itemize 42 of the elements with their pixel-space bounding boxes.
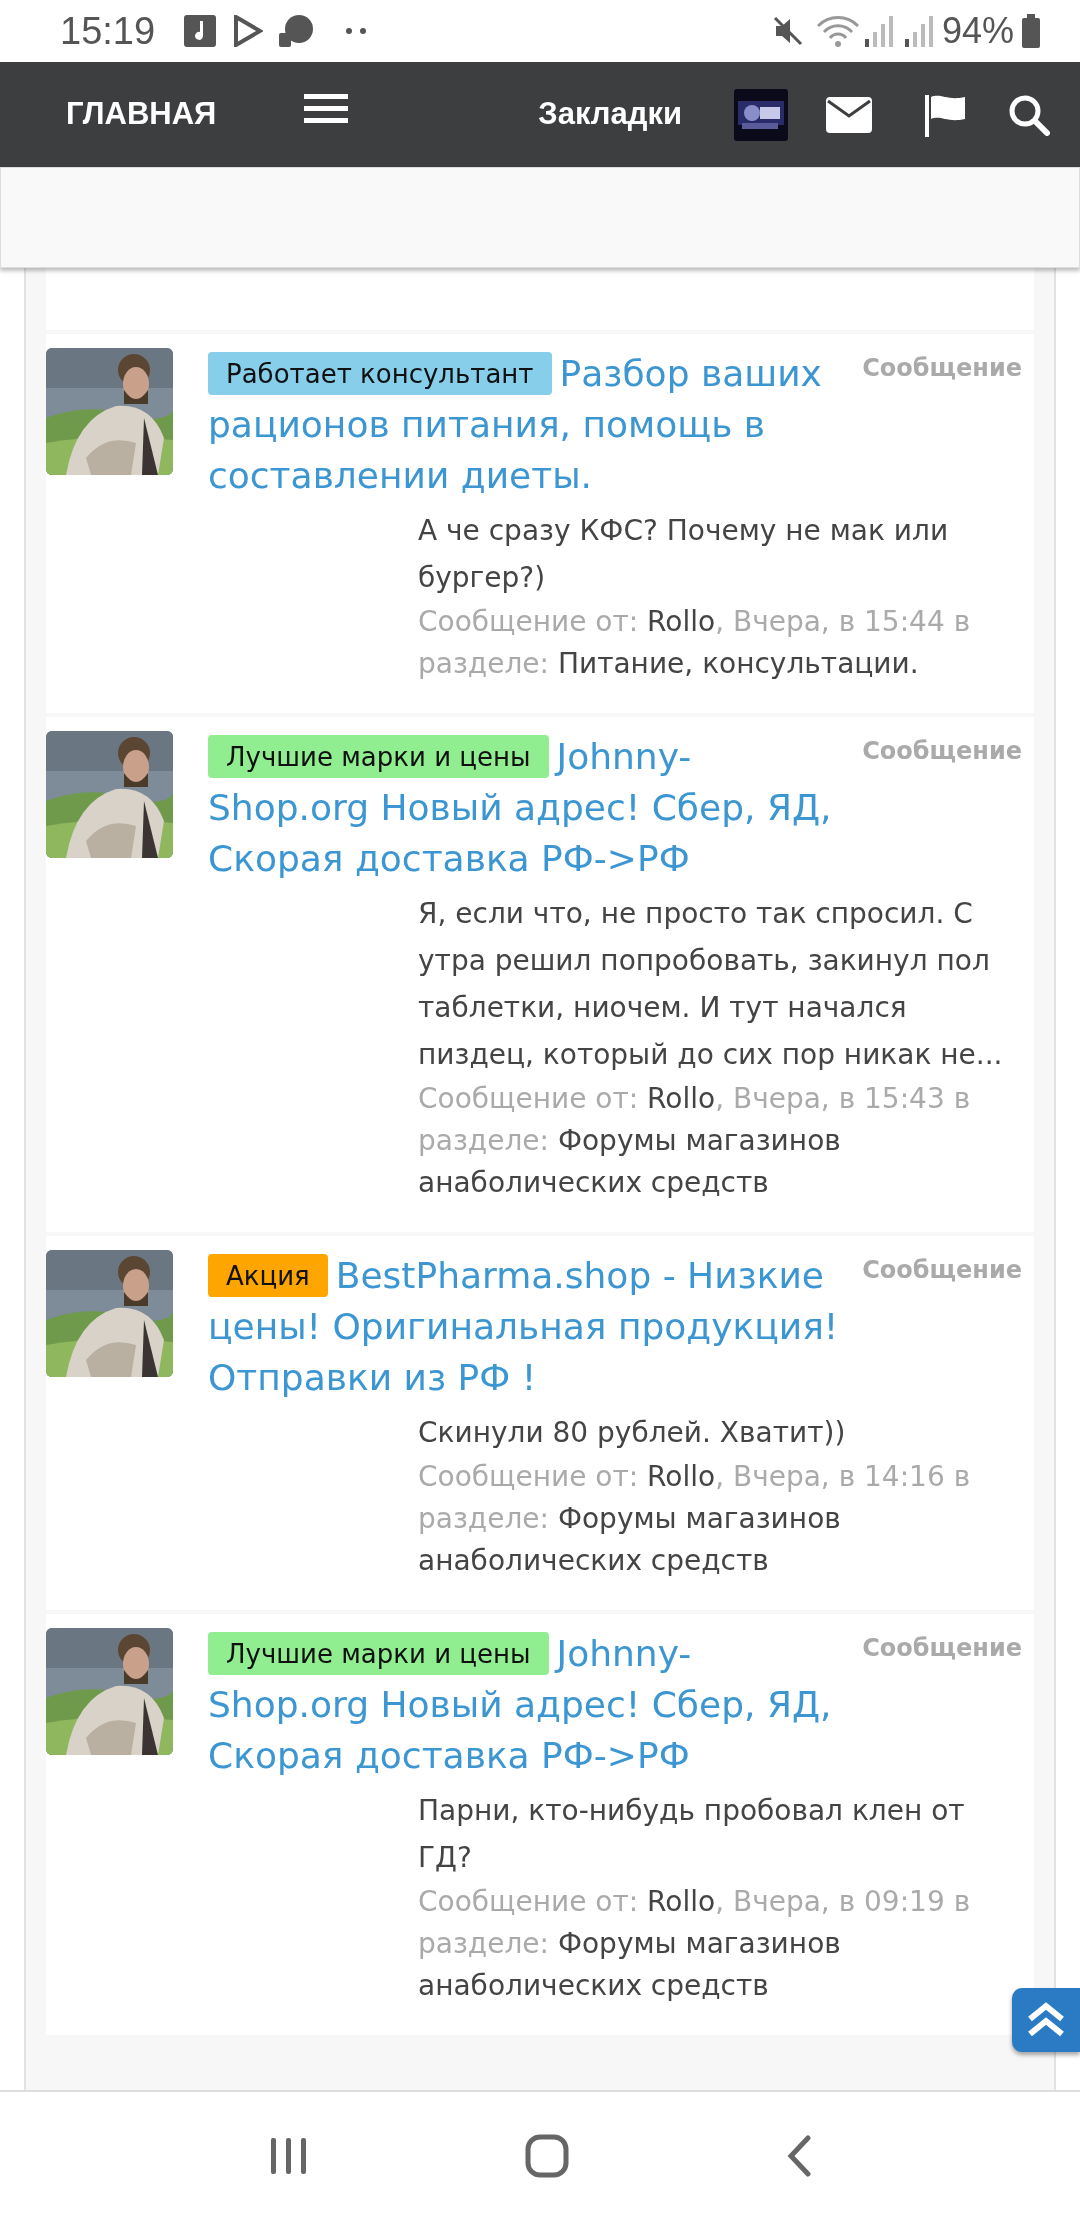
post-meta: Сообщение от: Rollo, Вчера, в 15:43 в разделе: Форумы магазинов анаболических средств: [418, 1081, 972, 1201]
clock-time: 15:19: [60, 8, 156, 54]
wifi-icon: [815, 14, 860, 48]
home-button-icon[interactable]: [525, 2134, 569, 2178]
content-type-label: Сообщение: [862, 1633, 1022, 1664]
thread-title-link[interactable]: Работает консультант Разбор ваших рационов питания, помощь в составлении диеты.: [208, 348, 853, 501]
recent-apps-icon[interactable]: [268, 2136, 309, 2176]
envelope-icon[interactable]: [826, 96, 872, 133]
post-snippet: Скинули 80 рублей. Хватит)): [418, 1415, 847, 1451]
post-meta: Сообщение от: Rollo, Вчера, в 09:19 в разделе: Форумы магазинов анаболических средств: [418, 1884, 972, 2004]
post-snippet: Я, если что, не просто так спросил. С утра решил попробовать, закинул пол таблетки, ниочем. И тут начался пиздец, который до сих пор никак не...: [418, 896, 1004, 1073]
post-snippet: А че сразу КФС? Почему не мак или бургер?): [418, 513, 950, 596]
content-type-label: Сообщение: [862, 1255, 1022, 1286]
flag-icon[interactable]: [924, 92, 966, 137]
thread-prefix-tag[interactable]: Лучшие марки и цены: [208, 735, 549, 778]
thread-title-link[interactable]: Акция BestPharma.shop - Низкие цены! Оригинальная продукция! Отправки из РФ !: [208, 1250, 853, 1403]
thread-title-link[interactable]: Лучшие марки и цены Johnny-Shop.org Новый адрес! Сбер, ЯД, Скорая доставка РФ->РФ: [208, 731, 853, 884]
post-meta: Сообщение от: Rollo, Вчера, в 14:16 в разделе: Форумы магазинов анаболических средств: [418, 1459, 972, 1579]
search-icon[interactable]: [1008, 93, 1050, 136]
thread-prefix-tag[interactable]: Работает консультант: [208, 352, 552, 395]
scroll-top-button[interactable]: [1012, 1988, 1080, 2052]
play-triangle-icon: [233, 15, 264, 47]
back-icon[interactable]: [785, 2135, 812, 2177]
post-snippet: Парни, кто-нибудь пробовал клен от ГД?: [418, 1793, 966, 1876]
music-app-icon: [183, 14, 218, 48]
battery-icon: [1022, 14, 1040, 48]
content-type-label: Сообщение: [862, 353, 1022, 384]
menu-icon[interactable]: [304, 93, 349, 124]
thread-prefix-tag[interactable]: Лучшие марки и цены: [208, 1632, 549, 1675]
battery-percent: 94%: [941, 9, 1014, 53]
signal-icon: [863, 15, 894, 47]
more-dots-icon: [345, 27, 368, 35]
thread-title-link[interactable]: Лучшие марки и цены Johnny-Shop.org Новый адрес! Сбер, ЯД, Скорая доставка РФ->РФ: [208, 1628, 853, 1781]
post-meta: Сообщение от: Rollo, Вчера, в 15:44 в разделе: Питание, консультации.: [418, 604, 972, 682]
bookmarks-link[interactable]: Закладки: [538, 91, 682, 138]
cartoon-head-icon: [277, 13, 316, 49]
double-chevron-up-icon: [1026, 2001, 1066, 2039]
muted-speaker-icon: [771, 15, 804, 47]
signal-icon: [903, 15, 934, 47]
home-link[interactable]: ГЛАВНАЯ: [66, 91, 217, 138]
content-type-label: Сообщение: [862, 736, 1022, 767]
thread-prefix-tag[interactable]: Акция: [208, 1254, 328, 1297]
